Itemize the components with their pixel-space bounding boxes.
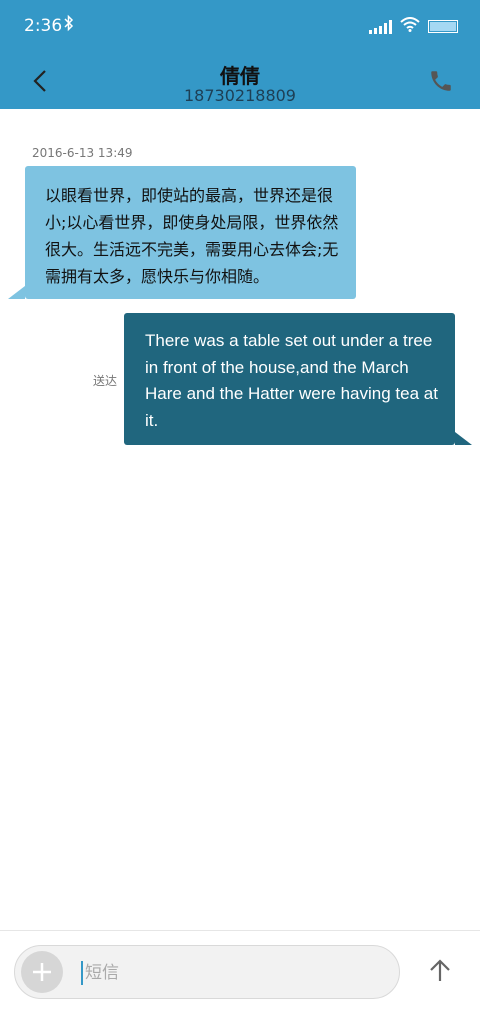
bubble-tail [455,432,472,445]
wifi-icon [400,17,420,36]
status-bar: 2:36 [0,0,480,52]
incoming-message-bubble[interactable]: 以眼看世界，即使站的最高，世界还是很小;以心看世界，即使身处局限，世界依然很大。… [8,166,356,299]
bubble-tail [8,286,25,299]
battery-icon [428,20,458,33]
bluetooth-icon [64,14,74,36]
phone-icon[interactable] [428,68,454,94]
composer-bar [0,930,480,1014]
contact-number: 18730218809 [184,86,296,105]
status-icons [369,17,458,36]
conversation-header: 倩倩 18730218809 [0,52,480,109]
message-text: 以眼看世界，即使站的最高，世界还是很小;以心看世界，即使身处局限，世界依然很大。… [45,186,339,286]
message-input-container [14,945,400,999]
status-time: 2:36 [24,16,63,36]
arrow-up-icon[interactable] [426,957,454,985]
outgoing-message-bubble[interactable]: There was a table set out under a tree i… [124,313,472,445]
message-text: There was a table set out under a tree i… [145,331,438,430]
message-input[interactable] [83,954,377,992]
message-timestamp: 2016-6-13 13:49 [32,146,133,160]
plus-icon[interactable] [21,951,63,993]
signal-icon [369,19,392,34]
delivery-status: 送达 [93,374,118,388]
contact-name: 倩倩 [220,64,260,88]
